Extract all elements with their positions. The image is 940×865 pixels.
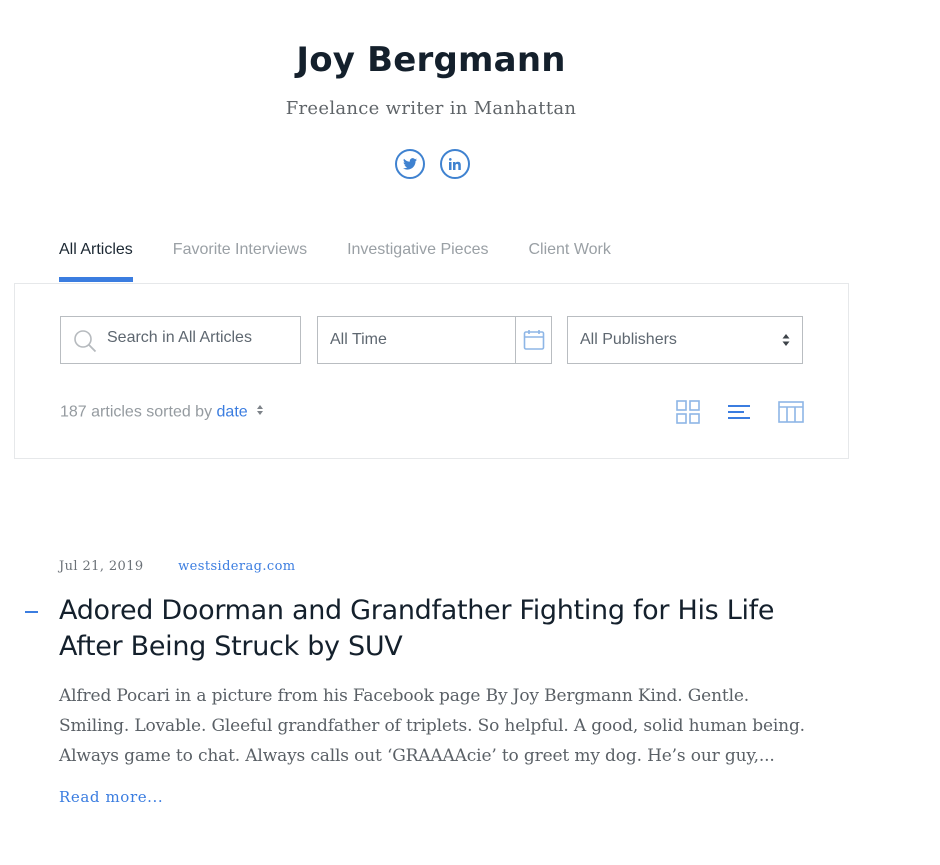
sort-arrows-icon [782,333,790,352]
publisher-select-value: All Publishers [580,331,677,348]
table-view-button[interactable] [778,400,804,429]
read-more-link[interactable]: Read more... [59,788,163,806]
twitter-icon [403,158,417,170]
profile-tagline: Freelance writer in Manhattan [285,98,577,119]
linkedin-icon [449,158,461,170]
article-date: Jul 21, 2019 [59,559,144,574]
tab-investigative-pieces[interactable]: Investigative Pieces [347,238,488,282]
article-tabs: All Articles Favorite Interviews Investi… [59,238,651,284]
calendar-icon[interactable] [515,317,551,363]
page-title: Joy Bergmann [296,40,566,80]
table-view-icon [778,400,804,429]
list-view-button[interactable] [726,401,752,427]
results-summary: 187 articles sorted by date [60,403,264,422]
tab-client-work[interactable]: Client Work [528,238,610,282]
grid-view-icon [676,399,700,429]
time-filter[interactable]: All Time [317,316,552,364]
search-input[interactable] [107,329,293,347]
search-box [60,316,301,364]
article-title[interactable]: Adored Doorman and Grandfather Fighting … [59,593,819,665]
article-publication-link[interactable]: westsiderag.com [178,559,295,574]
results-count-text: 187 articles sorted by [60,403,213,421]
article-excerpt: Alfred Pocari in a picture from his Face… [59,686,805,766]
sort-toggle-icon[interactable] [256,403,264,422]
search-icon [73,329,97,358]
time-filter-value: All Time [330,331,387,348]
collapse-toggle[interactable] [25,611,38,613]
article-meta: Jul 21, 2019 westsiderag.com [59,559,819,579]
linkedin-button[interactable] [440,149,470,179]
tab-favorite-interviews[interactable]: Favorite Interviews [173,238,307,282]
sort-key-button[interactable]: date [217,404,248,421]
publisher-select[interactable]: All Publishers [567,316,803,364]
tab-all-articles[interactable]: All Articles [59,238,133,282]
grid-view-button[interactable] [675,399,701,429]
twitter-button[interactable] [395,149,425,179]
list-view-icon [727,402,751,427]
filter-panel: All Time All Publishers 187 articles sor… [14,283,849,459]
